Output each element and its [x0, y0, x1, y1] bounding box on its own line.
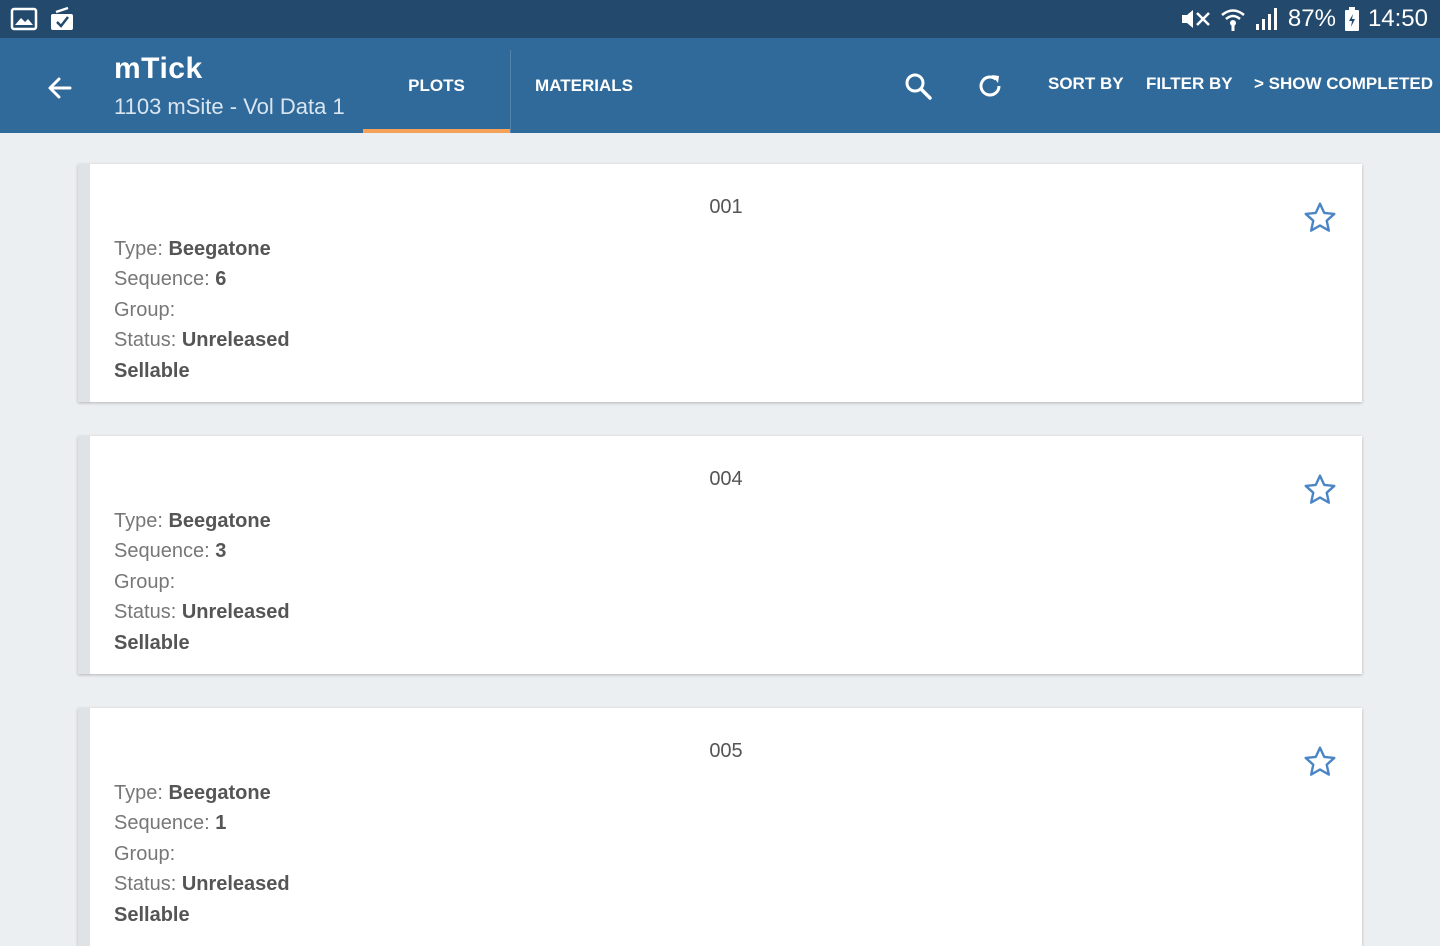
back-button[interactable]: [38, 66, 82, 110]
search-icon: [905, 73, 932, 100]
app-subtitle: 1103 mSite - Vol Data 1: [114, 94, 345, 119]
clock: 14:50: [1367, 5, 1428, 32]
status-value: Unreleased: [181, 873, 290, 896]
filter-by-button[interactable]: FILTER BY: [1146, 74, 1233, 94]
star-outline-icon: [1304, 474, 1336, 504]
type-row: Type: Beegatone: [114, 506, 290, 536]
star-outline-icon: [1304, 202, 1336, 232]
favorite-button[interactable]: [1300, 742, 1340, 782]
status-right: 87% 14:50: [1178, 4, 1428, 34]
refresh-icon: [979, 75, 1001, 97]
mute-icon: [1178, 7, 1212, 31]
type-row: Type: Beegatone: [114, 778, 290, 808]
group-label: Group:: [114, 570, 176, 593]
type-row: Type: Beegatone: [114, 234, 290, 264]
sequence-value: 3: [215, 540, 227, 563]
status-left: [10, 6, 76, 32]
status-row: Status: Unreleased: [114, 325, 290, 355]
type-value: Beegatone: [168, 782, 271, 804]
plot-id: 001: [709, 196, 743, 218]
battery-percent: 87%: [1287, 5, 1336, 32]
type-value: Beegatone: [168, 510, 271, 532]
plot-id: 005: [709, 740, 743, 762]
tab-materials[interactable]: MATERIALS: [510, 38, 658, 133]
sequence-value: 1: [215, 812, 227, 835]
status-row: Status: Unreleased: [114, 869, 290, 899]
star-outline-icon: [1304, 746, 1336, 776]
plot-id: 004: [709, 468, 743, 490]
status-label: Status:: [114, 601, 182, 624]
status-label: Status:: [114, 329, 182, 352]
sort-by-button[interactable]: SORT BY: [1048, 74, 1124, 94]
type-label: Type:: [114, 238, 169, 260]
plot-list: 001 Type: Beegatone Sequence: 6 Group: S…: [0, 133, 1440, 946]
status-row: Status: Unreleased: [114, 597, 290, 627]
sequence-label: Sequence:: [114, 540, 216, 563]
favorite-button[interactable]: [1300, 470, 1340, 510]
group-row: Group:: [114, 839, 290, 869]
sequence-value: 6: [215, 268, 227, 291]
status-value: Unreleased: [181, 601, 290, 624]
sellable-label: Sellable: [114, 631, 190, 654]
sequence-row: Sequence: 6: [114, 264, 290, 294]
sellable-label: Sellable: [114, 359, 190, 382]
plot-card[interactable]: 005 Type: Beegatone Sequence: 1 Group: S…: [78, 708, 1362, 946]
sequence-row: Sequence: 1: [114, 808, 290, 838]
group-label: Group:: [114, 842, 176, 865]
refresh-button[interactable]: [970, 66, 1010, 106]
favorite-button[interactable]: [1300, 198, 1340, 238]
battery-icon: [1344, 6, 1360, 32]
sequence-label: Sequence:: [114, 268, 216, 291]
signal-icon: [1254, 6, 1280, 32]
status-value: Unreleased: [181, 329, 290, 352]
plot-fields: Type: Beegatone Sequence: 6 Group: Statu…: [114, 234, 290, 386]
status-label: Status:: [114, 873, 182, 896]
plot-fields: Type: Beegatone Sequence: 3 Group: Statu…: [114, 506, 290, 658]
gallery-icon: [10, 6, 38, 32]
app-bar: mTick 1103 mSite - Vol Data 1 PLOTS MATE…: [0, 38, 1440, 133]
plot-card[interactable]: 004 Type: Beegatone Sequence: 3 Group: S…: [78, 436, 1362, 674]
group-label: Group:: [114, 298, 176, 321]
tab-plots[interactable]: PLOTS: [363, 38, 510, 133]
sequence-row: Sequence: 3: [114, 536, 290, 566]
group-row: Group:: [114, 567, 290, 597]
type-label: Type:: [114, 510, 169, 532]
type-value: Beegatone: [168, 238, 271, 260]
app-title: mTick: [114, 52, 203, 85]
arrow-left-icon: [48, 77, 72, 99]
search-button[interactable]: [898, 66, 938, 106]
group-row: Group:: [114, 295, 290, 325]
sequence-label: Sequence:: [114, 812, 216, 835]
status-bar: 87% 14:50: [0, 0, 1440, 38]
plot-fields: Type: Beegatone Sequence: 1 Group: Statu…: [114, 778, 290, 930]
wifi-icon: [1220, 6, 1246, 32]
download-icon: [48, 6, 76, 32]
plot-card[interactable]: 001 Type: Beegatone Sequence: 6 Group: S…: [78, 164, 1362, 402]
show-completed-button[interactable]: > SHOW COMPLETED: [1254, 74, 1433, 94]
type-label: Type:: [114, 782, 169, 804]
sellable-label: Sellable: [114, 903, 190, 926]
